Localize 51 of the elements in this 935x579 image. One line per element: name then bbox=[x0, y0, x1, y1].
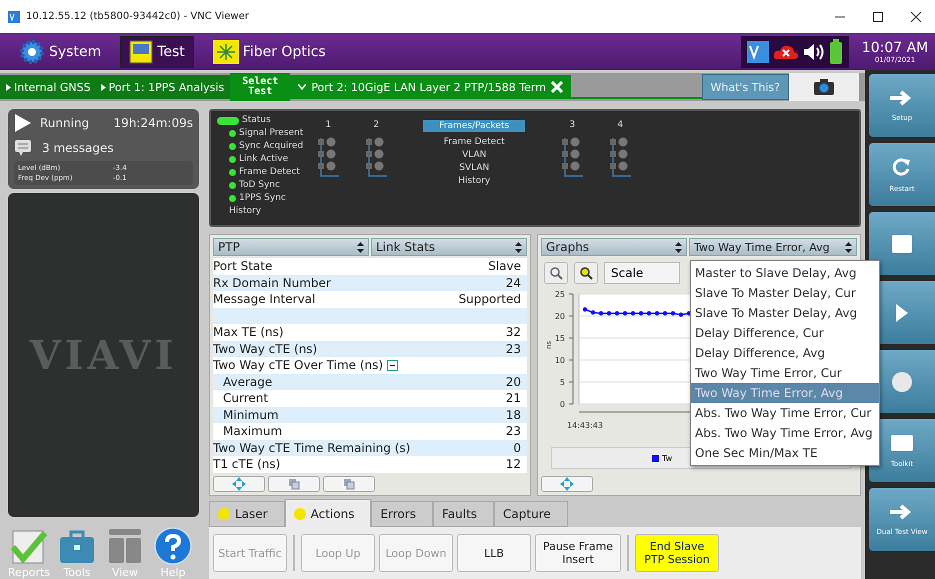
stat-value: Supported bbox=[458, 292, 521, 306]
stat-label: Average bbox=[222, 374, 272, 389]
stat-value: 32 bbox=[506, 325, 521, 340]
led-label: Signal Present bbox=[239, 127, 304, 140]
stat-value: 12 bbox=[506, 457, 521, 472]
led-label: Frame Detect bbox=[239, 166, 300, 179]
stat-label: Current bbox=[222, 391, 268, 406]
time-label: 14:43:43 bbox=[567, 421, 603, 430]
stat-value: 23 bbox=[506, 424, 521, 438]
stat-label: Rx Domain Number bbox=[213, 276, 331, 290]
legend-label: Tw bbox=[662, 454, 672, 462]
port-number: 1 bbox=[325, 120, 332, 130]
clock-time: 10:07 AM bbox=[862, 40, 928, 56]
y-tick-label: 0 bbox=[560, 400, 565, 409]
group-label: Two Way cTE Over Time (ns) bbox=[213, 358, 398, 372]
stat-label: Minimum bbox=[222, 408, 279, 422]
stat-value: 18 bbox=[506, 408, 521, 422]
test-state: Running bbox=[40, 116, 90, 130]
stat-label: Port State bbox=[213, 259, 272, 274]
frame-label: Frame Detect bbox=[444, 136, 505, 149]
stat-value: 24 bbox=[506, 276, 521, 290]
stat-label: T1 cTE (ns) bbox=[213, 457, 280, 472]
port-number: 4 bbox=[617, 120, 624, 130]
y-tick-label: 15 bbox=[554, 334, 565, 343]
window-title: 10.12.55.12 (tb5800-93442c0) - VNC Viewer bbox=[26, 11, 250, 22]
port-number: 3 bbox=[569, 120, 576, 130]
stat-value: 0 bbox=[513, 440, 521, 455]
stat-value: 23 bbox=[506, 342, 521, 356]
y-tick-label: 25 bbox=[554, 290, 565, 299]
port-number: 2 bbox=[373, 120, 380, 130]
stat-label: Maximum bbox=[222, 424, 282, 438]
y-tick-label: 5 bbox=[560, 378, 565, 387]
led-label: ToD Sync bbox=[239, 179, 280, 192]
stat-value: 20 bbox=[506, 374, 521, 389]
y-tick-label: 20 bbox=[554, 312, 565, 321]
led-label: Sync Acquired bbox=[239, 140, 304, 153]
stat-label: Max TE (ns) bbox=[213, 325, 284, 340]
stat-value: 21 bbox=[506, 391, 521, 406]
stat-value: Slave bbox=[488, 259, 521, 274]
elapsed-time: 19h:24m:09s bbox=[114, 116, 193, 130]
history-label: History bbox=[229, 205, 262, 218]
y-tick-label: 10 bbox=[554, 356, 565, 365]
stat-label: Two Way cTE Time Remaining (s) bbox=[213, 440, 410, 455]
stat-label: Two Way cTE (ns) bbox=[213, 342, 318, 356]
frame-label: VLAN bbox=[462, 149, 486, 162]
stat-label: Message Interval bbox=[213, 292, 316, 306]
frame-label: History bbox=[458, 175, 490, 188]
frame-label: SVLAN bbox=[459, 162, 490, 175]
led-label: Link Active bbox=[239, 153, 288, 166]
led-label: Status bbox=[242, 114, 271, 127]
led-label: 1PPS Sync bbox=[239, 192, 286, 205]
